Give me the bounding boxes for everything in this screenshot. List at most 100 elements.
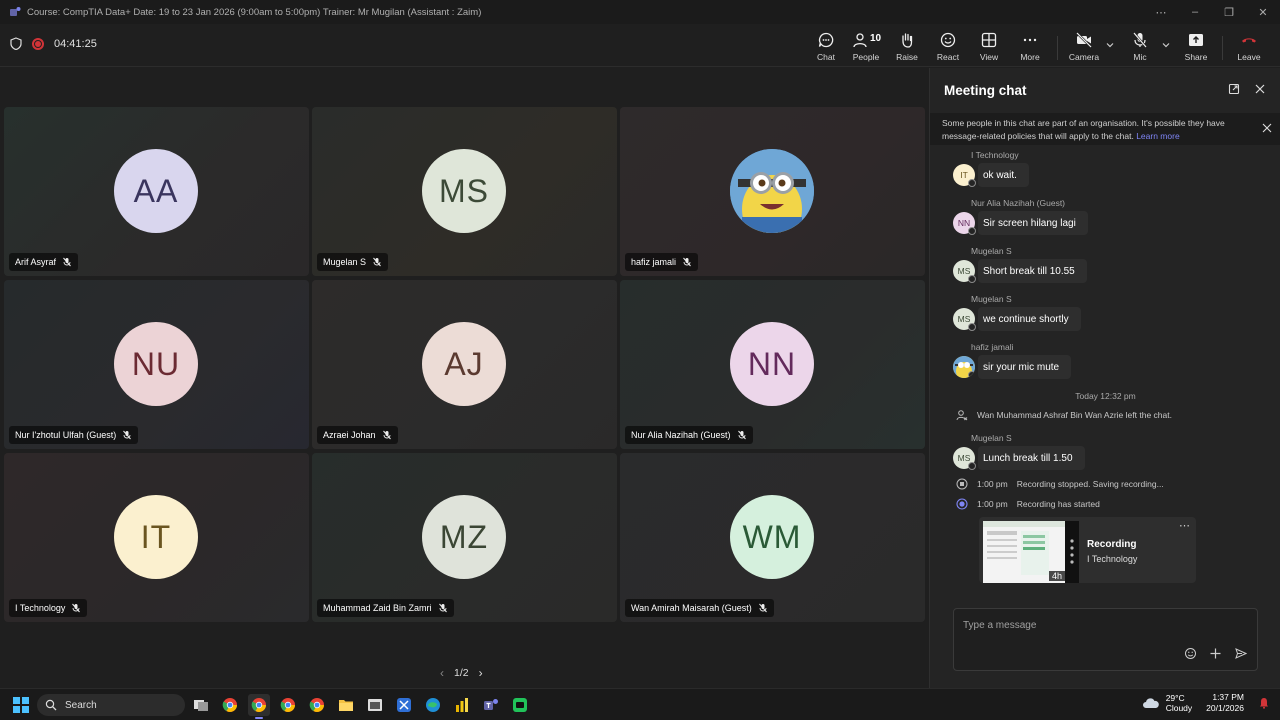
participant-tile[interactable]: NN Nur Alia Nazihah (Guest): [620, 280, 925, 449]
minion-avatar-image: [730, 149, 814, 233]
add-attachment-icon[interactable]: [1209, 647, 1222, 660]
windows-start-icon[interactable]: [13, 697, 29, 713]
chat-icon: [818, 32, 834, 48]
mic-options-chevron-icon[interactable]: [1161, 40, 1171, 50]
mic-off-icon: [438, 603, 447, 613]
chat-message[interactable]: Sir screen hilang lagi: [978, 211, 1088, 235]
participant-avatar: AJ: [422, 322, 506, 406]
message-sender: hafiz jamali: [971, 342, 1014, 352]
message-sender: Mugelan S: [971, 246, 1012, 256]
participant-name-chip: hafiz jamali: [625, 253, 699, 271]
close-window-button[interactable]: ✕: [1246, 0, 1280, 24]
send-icon[interactable]: [1234, 647, 1247, 660]
more-icon: [1023, 38, 1037, 42]
view-button[interactable]: View: [969, 29, 1009, 65]
participant-tile[interactable]: MS Mugelan S: [312, 107, 617, 276]
chrome-second-profile-icon[interactable]: [306, 694, 328, 716]
participant-tile[interactable]: NU Nur I'zhotul Ulfah (Guest): [4, 280, 309, 449]
participant-name-chip: Muhammad Zaid Bin Zamri: [317, 599, 454, 617]
learn-more-link[interactable]: Learn more: [1136, 131, 1179, 141]
taskbar-search[interactable]: Search: [37, 694, 185, 716]
notification-bell-icon[interactable]: [1258, 697, 1270, 709]
camera-button[interactable]: Camera: [1064, 29, 1104, 65]
participant-name: Azraei Johan: [323, 430, 376, 440]
camera-options-chevron-icon[interactable]: [1105, 40, 1115, 50]
sender-avatar[interactable]: MS: [953, 308, 976, 331]
participant-left-event: Wan Muhammad Ashraf Bin Wan Azrie left t…: [956, 409, 1172, 421]
participant-tile[interactable]: IT I Technology: [4, 453, 309, 622]
message-compose-box[interactable]: Type a message: [953, 608, 1258, 671]
sender-avatar[interactable]: MS: [953, 260, 976, 283]
chat-message[interactable]: we continue shortly: [978, 307, 1081, 331]
participant-tile[interactable]: hafiz jamali: [620, 107, 925, 276]
mic-button[interactable]: Mic: [1120, 29, 1160, 65]
mic-off-icon: [72, 603, 81, 613]
more-button[interactable]: More: [1010, 29, 1050, 65]
sender-avatar[interactable]: NN: [953, 212, 976, 235]
participant-name: Nur I'zhotul Ulfah (Guest): [15, 430, 117, 440]
recording-indicator-icon[interactable]: [32, 37, 44, 50]
chrome-profile-icon[interactable]: [277, 694, 299, 716]
task-view-icon[interactable]: [190, 694, 212, 716]
snipping-tool-icon[interactable]: [393, 694, 415, 716]
share-button[interactable]: Share: [1176, 29, 1216, 65]
recording-started-icon: [956, 498, 968, 510]
compose-placeholder[interactable]: Type a message: [963, 620, 1036, 631]
recording-stopped-icon: [956, 478, 968, 490]
chat-message[interactable]: Short break till 10.55: [978, 259, 1087, 283]
chat-message[interactable]: ok wait.: [978, 163, 1029, 187]
teams-icon: [9, 6, 21, 18]
recording-card[interactable]: 4h Recording I Technology ⋯: [979, 517, 1196, 583]
people-count: 10: [870, 33, 882, 44]
person-left-icon: [956, 410, 968, 421]
emoji-icon[interactable]: [1184, 647, 1197, 660]
shield-icon[interactable]: [10, 37, 22, 50]
people-button[interactable]: 10 People: [846, 29, 886, 65]
chrome-active-icon[interactable]: [248, 694, 270, 719]
participant-tile[interactable]: WM Wan Amirah Maisarah (Guest): [620, 453, 925, 622]
pop-out-icon[interactable]: [1228, 83, 1240, 95]
participant-avatar: WM: [730, 495, 814, 579]
message-sender: Nur Alia Nazihah (Guest): [971, 198, 1066, 208]
participant-name: Mugelan S: [323, 257, 367, 267]
participant-tile[interactable]: MZ Muhammad Zaid Bin Zamri: [312, 453, 617, 622]
teams-taskbar-icon[interactable]: [480, 694, 502, 716]
leave-button[interactable]: Leave: [1229, 29, 1269, 65]
participant-avatar: NU: [114, 322, 198, 406]
emoji-icon: [940, 32, 956, 48]
chat-message[interactable]: sir your mic mute: [978, 355, 1072, 379]
previous-page-icon[interactable]: ‹: [440, 666, 444, 680]
chat-message[interactable]: Lunch break till 1.50: [978, 446, 1085, 470]
weather-widget[interactable]: 29°C Cloudy: [1142, 693, 1192, 713]
share-icon: [1189, 34, 1203, 46]
minimize-button[interactable]: –: [1178, 0, 1212, 24]
sender-avatar[interactable]: MS: [953, 447, 976, 470]
grid-view-icon: [981, 32, 997, 48]
chat-button[interactable]: Chat: [806, 29, 846, 70]
file-explorer-icon[interactable]: [335, 694, 357, 716]
meeting-toolbar: 04:41:25 Chat 10 People Raise React View…: [0, 24, 1280, 70]
edge-icon[interactable]: [422, 694, 444, 716]
restore-button[interactable]: ❐: [1212, 0, 1246, 24]
system-clock[interactable]: 1:37 PM 20/1/2026: [1206, 692, 1244, 714]
participant-name: I Technology: [15, 603, 66, 613]
remote-app-icon[interactable]: [509, 694, 531, 716]
participant-avatar: NN: [730, 322, 814, 406]
recording-thumbnail[interactable]: 4h: [983, 521, 1079, 583]
next-page-icon[interactable]: ›: [479, 666, 483, 680]
power-bi-icon[interactable]: [451, 694, 473, 716]
recording-more-icon[interactable]: ⋯: [1179, 519, 1190, 532]
react-button[interactable]: React: [928, 29, 968, 65]
raise-hand-button[interactable]: Raise: [887, 29, 927, 65]
participant-tile[interactable]: AJ Azraei Johan: [312, 280, 617, 449]
chrome-icon[interactable]: [219, 694, 241, 716]
close-chat-icon[interactable]: [1254, 83, 1266, 95]
sender-avatar[interactable]: IT: [953, 164, 976, 187]
participant-tile[interactable]: AA Arif Asyraf: [4, 107, 309, 276]
app-window-icon[interactable]: [364, 694, 386, 716]
more-options-icon[interactable]: ⋯: [1144, 0, 1178, 24]
dismiss-notice-icon[interactable]: [1261, 122, 1273, 134]
hand-icon: [902, 33, 913, 48]
cloud-icon: [1142, 698, 1159, 708]
sender-avatar-minion[interactable]: [953, 356, 975, 378]
